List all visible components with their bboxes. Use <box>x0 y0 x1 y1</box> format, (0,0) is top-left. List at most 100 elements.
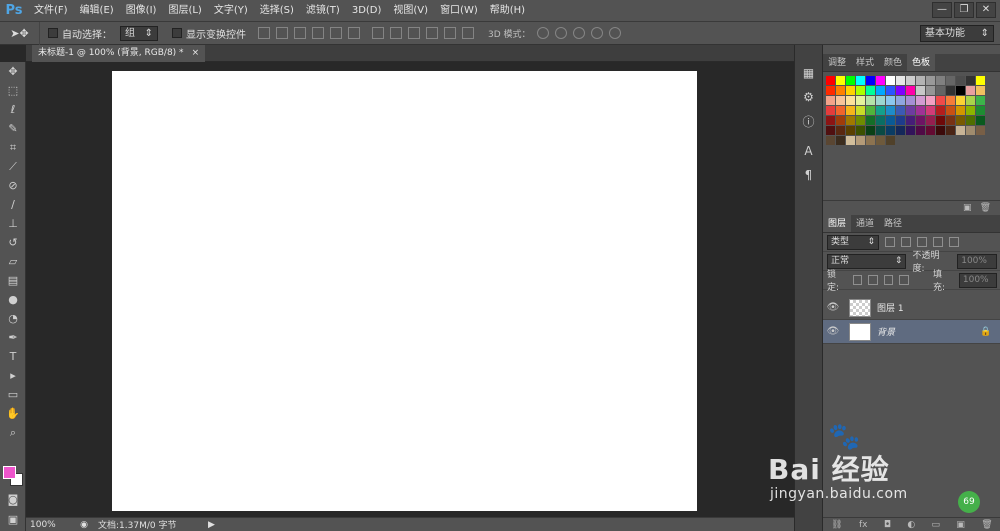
color-swatch[interactable] <box>896 96 905 105</box>
align-left-icon[interactable] <box>312 27 324 39</box>
new-group-icon[interactable]: ▭ <box>932 520 941 530</box>
color-swatch[interactable] <box>856 126 865 135</box>
color-swatch[interactable] <box>926 96 935 105</box>
color-swatch[interactable] <box>866 106 875 115</box>
color-swatch[interactable] <box>966 116 975 125</box>
crop-tool-icon[interactable]: ⌗ <box>0 138 26 157</box>
color-swatch[interactable] <box>826 86 835 95</box>
color-swatch[interactable] <box>866 76 875 85</box>
color-swatch[interactable] <box>876 126 885 135</box>
workspace-dropdown[interactable]: 基本功能 ⇕ <box>920 25 994 42</box>
color-swatch[interactable] <box>896 106 905 115</box>
color-swatch[interactable] <box>906 106 915 115</box>
color-swatch[interactable] <box>846 96 855 105</box>
color-swatch[interactable] <box>956 86 965 95</box>
close-tab-icon[interactable]: × <box>192 45 200 62</box>
color-swatch[interactable] <box>886 136 895 145</box>
color-swatch[interactable] <box>976 86 985 95</box>
distribute-left-icon[interactable] <box>426 27 438 39</box>
color-swatch[interactable] <box>856 76 865 85</box>
zoom-tool-icon[interactable]: ⌕ <box>0 423 26 442</box>
color-swatch[interactable] <box>876 116 885 125</box>
color-swatch[interactable] <box>856 106 865 115</box>
distribute-vcenter-icon[interactable] <box>390 27 402 39</box>
menu-item[interactable]: 3D(D) <box>346 0 388 22</box>
align-vcenter-icon[interactable] <box>276 27 288 39</box>
color-swatch[interactable] <box>946 86 955 95</box>
minimize-button[interactable]: — <box>932 2 952 18</box>
3d-rotate-icon[interactable] <box>536 27 549 39</box>
gradient-tool-icon[interactable]: ▤ <box>0 271 26 290</box>
color-swatch[interactable] <box>886 96 895 105</box>
properties-panel-icon[interactable]: ⚙ <box>799 87 819 107</box>
color-swatch[interactable] <box>936 76 945 85</box>
color-swatch[interactable] <box>826 106 835 115</box>
color-swatch[interactable] <box>916 106 925 115</box>
color-swatch[interactable] <box>946 76 955 85</box>
color-swatch[interactable] <box>826 76 835 85</box>
color-swatch[interactable] <box>906 126 915 135</box>
lock-transparent-icon[interactable] <box>852 275 863 285</box>
lock-pixels-icon[interactable] <box>868 275 878 285</box>
color-swatch[interactable] <box>916 86 925 95</box>
color-swatch[interactable] <box>906 116 915 125</box>
color-swatch[interactable] <box>906 76 915 85</box>
layer-row[interactable]: 👁 图层 1 <box>823 296 1000 320</box>
color-swatch[interactable] <box>926 116 935 125</box>
color-swatch[interactable] <box>896 116 905 125</box>
color-swatch[interactable] <box>936 126 945 135</box>
color-swatch[interactable] <box>846 126 855 135</box>
color-swatch[interactable] <box>966 76 975 85</box>
color-swatch[interactable] <box>846 136 855 145</box>
color-swatch[interactable] <box>896 126 905 135</box>
paragraph-panel-icon[interactable]: ¶ <box>799 165 819 185</box>
color-swatch[interactable] <box>836 116 845 125</box>
color-swatch[interactable] <box>896 86 905 95</box>
color-swatch[interactable] <box>856 96 865 105</box>
auto-select-checkbox[interactable] <box>48 28 58 38</box>
color-swatch[interactable] <box>956 106 965 115</box>
color-swatch[interactable] <box>966 106 975 115</box>
color-swatch[interactable] <box>826 116 835 125</box>
align-bottom-icon[interactable] <box>294 27 306 39</box>
color-swatch[interactable] <box>836 86 845 95</box>
delete-layer-icon[interactable]: 🗑 <box>981 520 992 530</box>
move-tool-icon[interactable]: ✥ <box>0 62 26 81</box>
move-tool-preset-picker[interactable]: ➤✥ <box>0 21 40 45</box>
quick-select-tool-icon[interactable]: ✎ <box>0 119 26 138</box>
close-button[interactable]: ✕ <box>976 2 996 18</box>
color-swatch[interactable] <box>896 76 905 85</box>
color-swatch[interactable] <box>846 116 855 125</box>
3d-scale-icon[interactable] <box>608 27 621 39</box>
history-brush-tool-icon[interactable]: ↺ <box>0 233 26 252</box>
color-swatch[interactable] <box>836 126 845 135</box>
color-swatch[interactable] <box>936 116 945 125</box>
distribute-bottom-icon[interactable] <box>408 27 420 39</box>
color-swatch[interactable] <box>976 106 985 115</box>
restore-button[interactable]: ❐ <box>954 2 974 18</box>
color-swatch[interactable] <box>926 76 935 85</box>
menu-item[interactable]: 文件(F) <box>28 0 74 22</box>
color-swatch[interactable] <box>946 96 955 105</box>
color-swatch[interactable] <box>976 96 985 105</box>
color-swatch[interactable] <box>836 106 845 115</box>
filter-kind-dropdown[interactable]: 类型 ⇕ <box>827 234 879 250</box>
marquee-tool-icon[interactable]: ⬚ <box>0 81 26 100</box>
healing-brush-tool-icon[interactable]: ⊘ <box>0 176 26 195</box>
color-swatch[interactable] <box>846 106 855 115</box>
tab-swatches[interactable]: 色板 <box>907 54 936 71</box>
auto-select-dropdown[interactable]: 组 ⇕ <box>120 25 158 41</box>
tab-channels[interactable]: 通道 <box>851 215 879 232</box>
color-swatch[interactable] <box>936 86 945 95</box>
color-swatch[interactable] <box>856 136 865 145</box>
color-swatch[interactable] <box>856 86 865 95</box>
color-swatch[interactable] <box>886 86 895 95</box>
filter-pixel-icon[interactable] <box>885 237 895 247</box>
new-swatch-icon[interactable]: ▣ <box>963 203 972 213</box>
tab-layers[interactable]: 图层 <box>823 215 852 232</box>
eraser-tool-icon[interactable]: ▱ <box>0 252 26 271</box>
menu-item[interactable]: 帮助(H) <box>484 0 531 22</box>
color-swatch[interactable] <box>836 136 845 145</box>
color-swatch[interactable] <box>976 116 985 125</box>
color-swatch[interactable] <box>836 96 845 105</box>
